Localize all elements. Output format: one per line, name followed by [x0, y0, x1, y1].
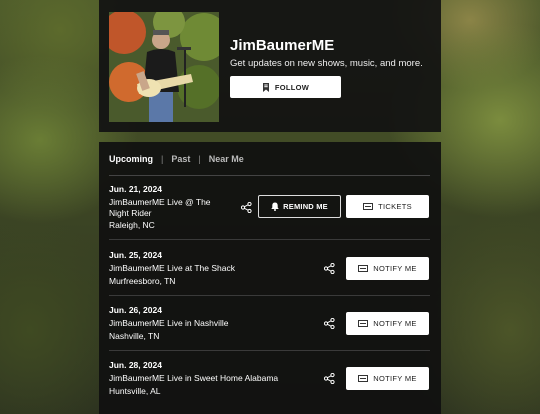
notify-me-label: NOTIFY ME — [373, 319, 417, 328]
events-card: Upcoming | Past | Near Me Jun. 21, 2024 … — [99, 142, 441, 414]
ticket-icon — [358, 320, 369, 327]
tabs-divider — [109, 175, 430, 176]
event-date: Jun. 21, 2024 — [109, 184, 162, 194]
artist-photo — [109, 12, 219, 122]
event-location: Huntsville, AL — [109, 386, 161, 396]
share-icon[interactable] — [322, 371, 336, 385]
follow-button-label: FOLLOW — [274, 82, 310, 92]
artist-avatar — [109, 12, 219, 122]
event-location: Nashville, TN — [109, 331, 160, 341]
event-date: Jun. 25, 2024 — [109, 250, 162, 260]
event-divider — [109, 295, 430, 296]
event-row: Jun. 25, 2024 JimBaumerME Live at The Sh… — [109, 249, 430, 297]
tickets-button[interactable]: TICKETS — [346, 195, 429, 218]
follow-button[interactable]: FOLLOW — [230, 76, 341, 98]
ticket-icon — [363, 203, 374, 210]
share-icon[interactable] — [322, 261, 336, 275]
notify-me-button[interactable]: NOTIFY ME — [346, 257, 429, 280]
event-date: Jun. 26, 2024 — [109, 305, 162, 315]
event-title: JimBaumerME Live in Nashville — [109, 318, 229, 328]
event-title: JimBaumerME Live @ The Night Rider — [109, 197, 211, 219]
ticket-icon — [358, 265, 369, 272]
event-title-line: Night Rider — [109, 208, 152, 218]
ticket-icon — [358, 375, 369, 382]
tab-divider: | — [161, 154, 164, 164]
notify-me-button[interactable]: NOTIFY ME — [346, 312, 429, 335]
tab-past[interactable]: Past — [171, 154, 190, 164]
event-title: JimBaumerME Live at The Shack — [109, 263, 235, 273]
artist-header-card: JimBaumerME Get updates on new shows, mu… — [99, 0, 441, 132]
notify-me-label: NOTIFY ME — [373, 264, 417, 273]
event-title: JimBaumerME Live in Sweet Home Alabama — [109, 373, 279, 383]
bookmark-icon — [262, 82, 269, 92]
notify-me-label: NOTIFY ME — [373, 374, 417, 383]
tab-near-me[interactable]: Near Me — [209, 154, 244, 164]
event-title-line: JimBaumerME Live @ The — [109, 197, 211, 207]
bell-icon — [271, 202, 279, 211]
event-divider — [109, 350, 430, 351]
share-icon[interactable] — [239, 200, 253, 214]
tab-divider: | — [198, 154, 201, 164]
tab-upcoming[interactable]: Upcoming — [109, 154, 153, 164]
remind-me-label: REMIND ME — [283, 202, 328, 211]
event-divider — [109, 239, 430, 240]
event-row: Jun. 21, 2024 JimBaumerME Live @ The Nig… — [109, 182, 430, 240]
artist-name: JimBaumerME — [230, 37, 335, 54]
event-date: Jun. 28, 2024 — [109, 360, 162, 370]
event-location: Murfreesboro, TN — [109, 276, 176, 286]
remind-me-button[interactable]: REMIND ME — [258, 195, 341, 218]
event-location: Raleigh, NC — [109, 220, 155, 230]
event-row: Jun. 28, 2024 JimBaumerME Live in Sweet … — [109, 359, 430, 407]
artist-tagline: Get updates on new shows, music, and mor… — [230, 58, 423, 69]
tickets-label: TICKETS — [378, 202, 412, 211]
event-row: Jun. 26, 2024 JimBaumerME Live in Nashvi… — [109, 304, 430, 352]
share-icon[interactable] — [322, 316, 336, 330]
event-tabs: Upcoming | Past | Near Me — [109, 152, 244, 166]
notify-me-button[interactable]: NOTIFY ME — [346, 367, 429, 390]
